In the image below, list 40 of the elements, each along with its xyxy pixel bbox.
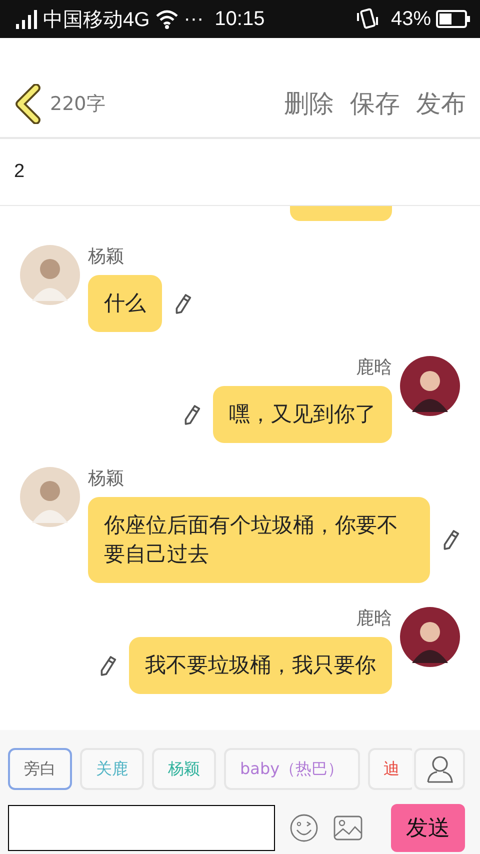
role-chip[interactable]: 迪 [368,748,412,790]
chat-bubble: 嘿，又见到你了 [213,386,392,443]
clock-time: 10:15 [214,8,265,30]
role-chip[interactable]: 关鹿 [80,748,144,790]
message-field[interactable] [8,805,276,851]
avatar-icon [20,245,80,305]
more-dots: ··· [184,8,204,30]
header-action[interactable]: 删除 [284,87,334,120]
sender-name: 杨颖 [88,247,125,267]
pencil-icon[interactable] [174,292,192,314]
battery-icon [436,10,470,28]
sender-name: 鹿晗 [356,609,392,629]
role-chip[interactable]: 杨颖 [152,748,216,790]
header-action[interactable]: 保存 [350,87,400,120]
person-icon [424,754,454,784]
back-icon[interactable] [14,84,42,124]
send-button[interactable]: 发送 [391,804,465,852]
chat-bubble: 什么 [88,275,162,332]
chat-bubble: 你座位后面有个垃圾桶，你要不要自己过去 [88,497,430,583]
emoji-icon[interactable] [289,813,320,843]
role-chip[interactable]: baby（热巴） [224,748,360,790]
pencil-icon[interactable] [99,654,117,676]
avatar-icon [400,356,460,416]
image-icon[interactable] [333,815,364,841]
word-count: 220字 [50,92,106,116]
wifi-icon [154,9,179,29]
avatar-icon [400,607,460,667]
sender-name: 杨颖 [88,469,125,489]
signal-icon [16,9,38,29]
pencil-icon[interactable] [442,529,460,551]
vibrate-icon [356,7,380,31]
battery-percent: 43% [390,8,431,30]
sender-name: 鹿晗 [356,358,392,378]
carrier-text: 中国移动4G [43,8,150,32]
avatar-icon [20,467,80,527]
header-action[interactable]: 发布 [416,87,466,120]
pencil-icon[interactable] [183,404,201,426]
role-chip[interactable]: 旁白 [8,748,72,790]
character-button[interactable] [414,748,465,790]
chat-bubble: 我不要垃圾桶，我只要你 [129,637,392,694]
